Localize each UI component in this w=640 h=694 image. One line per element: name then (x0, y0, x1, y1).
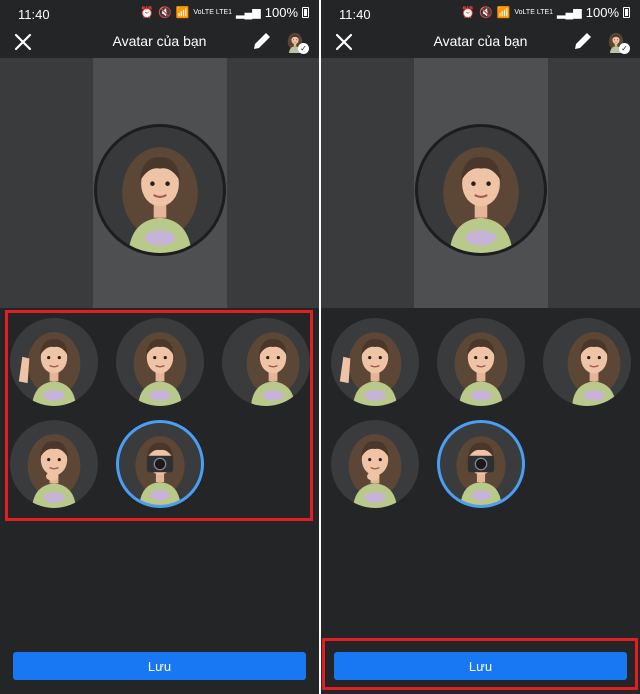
sticker-option-camera[interactable] (116, 420, 204, 508)
avatar-preview (415, 124, 547, 256)
screen-left: 11:40 ⏰ 🔇 📶 VoLTE LTE1 ▂▄▆ 100% Avatar c… (0, 0, 319, 694)
battery-icon (302, 7, 309, 18)
mute-icon: 🔇 (478, 7, 493, 19)
checkmark-icon: ✓ (298, 43, 309, 54)
alarm-icon: ⏰ (461, 7, 475, 19)
status-bar: 11:40 ⏰ 🔇 📶 VoLTE LTE1 ▂▄▆ 100% (0, 0, 319, 28)
status-time: 11:40 (339, 7, 371, 22)
app-header: Avatar của bạn ✓ (0, 28, 319, 58)
sticker-option-side-turn[interactable] (543, 318, 631, 406)
sticker-option-shirt-pose[interactable] (116, 318, 204, 406)
save-button[interactable]: Lưu (334, 652, 627, 680)
save-button[interactable]: Lưu (13, 652, 306, 680)
battery-icon (623, 7, 630, 18)
battery-text: 100% (585, 5, 619, 20)
sticker-option-camera[interactable] (437, 420, 525, 508)
avatar-preview (94, 124, 226, 256)
edit-icon[interactable] (251, 30, 273, 52)
network-label: VoLTE LTE1 (193, 9, 233, 16)
screen-right: 11:40 ⏰ 🔇 📶 VoLTE LTE1 ▂▄▆ 100% Avatar c… (321, 0, 640, 694)
signal-icon: ▂▄▆ (236, 7, 261, 19)
avatar-preview-area (321, 58, 640, 308)
avatar-preview-area (0, 58, 319, 308)
checkmark-icon: ✓ (619, 43, 630, 54)
status-time: 11:40 (18, 7, 50, 22)
sticker-option-waving[interactable] (331, 318, 419, 406)
network-label: VoLTE LTE1 (514, 9, 554, 16)
battery-text: 100% (264, 5, 298, 20)
status-bar: 11:40 ⏰ 🔇 📶 VoLTE LTE1 ▂▄▆ 100% (321, 0, 640, 28)
signal-icon: ▂▄▆ (557, 7, 582, 19)
app-header: Avatar của bạn ✓ (321, 28, 640, 58)
sticker-option-shirt-pose[interactable] (437, 318, 525, 406)
sticker-option-hand-on-chin[interactable] (331, 420, 419, 508)
wifi-icon: 📶 (175, 7, 190, 19)
sticker-option-hand-on-chin[interactable] (10, 420, 98, 508)
alarm-icon: ⏰ (140, 7, 154, 19)
edit-icon[interactable] (572, 30, 594, 52)
sticker-option-side-turn[interactable] (222, 318, 310, 406)
wifi-icon: 📶 (496, 7, 511, 19)
mute-icon: 🔇 (157, 7, 172, 19)
profile-avatar-button[interactable]: ✓ (604, 28, 630, 54)
status-icons: ⏰ 🔇 📶 VoLTE LTE1 ▂▄▆ 100% (461, 5, 630, 20)
sticker-option-waving[interactable] (10, 318, 98, 406)
profile-avatar-button[interactable]: ✓ (283, 28, 309, 54)
status-icons: ⏰ 🔇 📶 VoLTE LTE1 ▂▄▆ 100% (140, 5, 309, 20)
